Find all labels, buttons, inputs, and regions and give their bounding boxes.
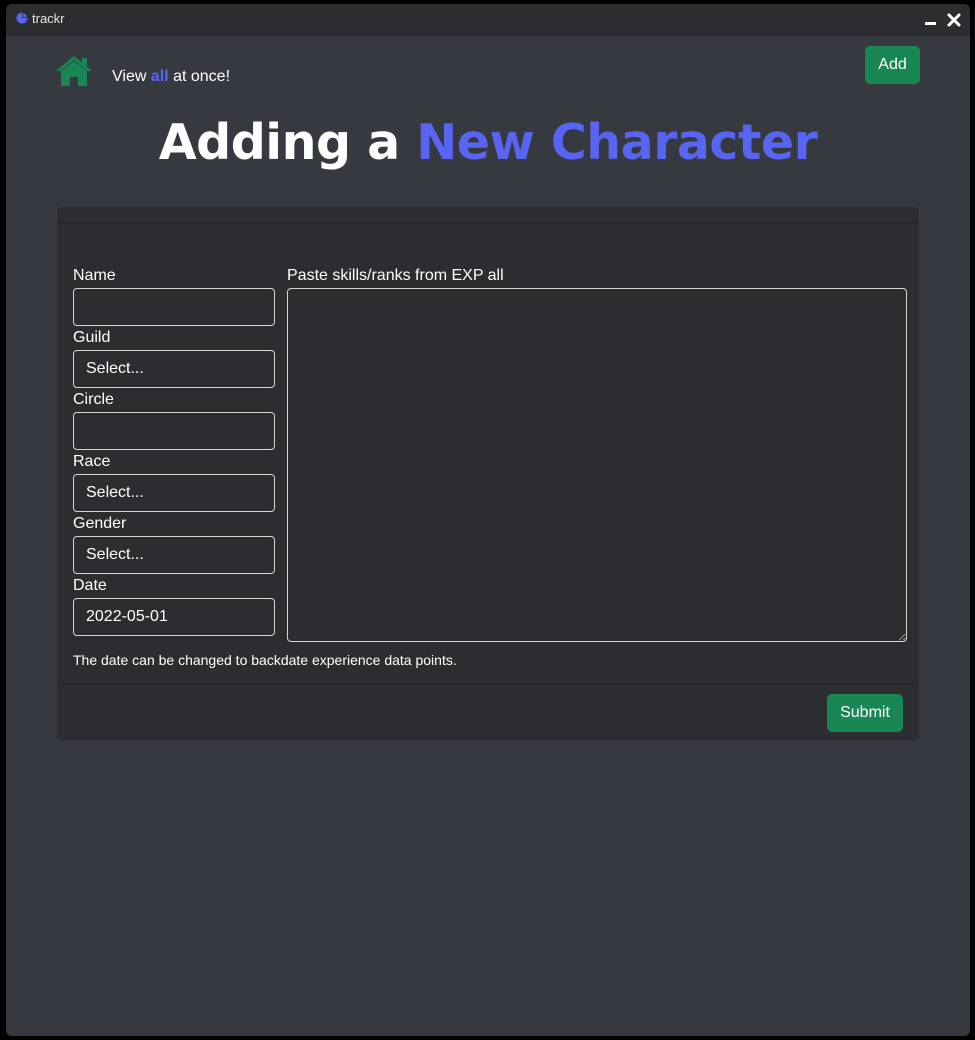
pie-chart-icon [16,12,28,24]
page-title: Adding a New Character [6,114,970,171]
close-icon[interactable] [945,11,963,29]
title-bar[interactable]: trackr [6,4,970,36]
tagline-prefix: View [112,68,151,85]
gender-select-value: Select... [86,546,144,563]
skills-textarea[interactable] [287,288,907,642]
date-field[interactable]: 2022-05-01 [73,598,275,636]
guild-label: Guild [73,329,111,346]
name-label: Name [73,267,116,284]
page-title-plain: Adding a [158,114,417,171]
circle-field[interactable] [73,412,275,450]
tagline-accent: all [150,68,169,85]
race-select[interactable]: Select... [73,474,275,512]
guild-select[interactable]: Select... [73,350,275,388]
minimize-icon[interactable] [922,11,940,29]
add-button[interactable]: Add [865,46,920,84]
skills-label: Paste skills/ranks from EXP all [287,267,504,284]
card-footer [57,684,919,741]
gender-label: Gender [73,515,127,532]
date-label: Date [73,577,107,594]
name-field[interactable] [73,288,275,326]
card-header [57,207,919,224]
race-label: Race [73,453,111,470]
app-title: trackr [32,11,65,26]
character-form-card: Name Guild Select... Circle Race Select.… [57,207,919,740]
circle-label: Circle [73,391,114,408]
tagline-suffix: at once! [168,68,231,85]
tagline: View all at once! [112,68,230,86]
race-select-value: Select... [86,484,144,501]
app-window: trackr View all at once! Add Adding a Ne… [6,4,970,1036]
gender-select[interactable]: Select... [73,536,275,574]
guild-select-value: Select... [86,360,144,377]
date-field-value: 2022-05-01 [86,608,168,625]
date-help-text: The date can be changed to backdate expe… [73,652,457,668]
page-title-accent: New Character [416,114,818,171]
home-icon[interactable] [54,54,94,88]
submit-button[interactable]: Submit [827,694,903,732]
